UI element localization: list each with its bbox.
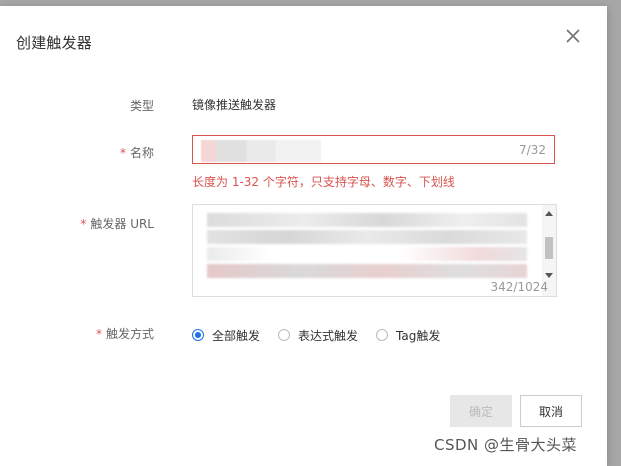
scroll-up-arrow-icon[interactable] xyxy=(545,211,553,216)
radio-label: 全部触发 xyxy=(212,328,261,343)
type-label: 类型 xyxy=(129,99,154,113)
required-mark: * xyxy=(80,217,87,231)
name-input[interactable]: 7/32 xyxy=(192,135,555,164)
scroll-down-arrow-icon[interactable] xyxy=(545,273,553,278)
redacted-url-line xyxy=(207,247,527,261)
close-icon[interactable] xyxy=(562,25,584,47)
url-char-counter: 342/1024 xyxy=(490,280,549,294)
name-label: * 名称 xyxy=(119,146,154,160)
radio-checked-icon xyxy=(192,329,204,341)
name-error-message: 长度为 1-32 个字符，只支持字母、数字、下划线 xyxy=(192,175,455,189)
redacted-url-line xyxy=(207,213,527,227)
type-value: 镜像推送触发器 xyxy=(192,98,277,112)
create-trigger-dialog: 创建触发器 类型 镜像推送触发器 * 名称 7/32 长度为 1-32 个字符，只… xyxy=(0,6,607,466)
url-label: * 触发器 URL xyxy=(80,217,154,231)
radio-label: Tag触发 xyxy=(396,328,441,343)
radio-all-trigger[interactable]: 全部触发 xyxy=(192,327,260,343)
redacted-url-line xyxy=(207,264,527,278)
url-textarea[interactable]: 342/1024 xyxy=(192,204,557,297)
confirm-button[interactable]: 确定 xyxy=(450,395,512,427)
radio-unchecked-icon xyxy=(278,329,290,341)
watermark: CSDN @生骨大头菜 xyxy=(434,436,578,454)
required-mark: * xyxy=(95,327,102,341)
name-char-counter: 7/32 xyxy=(519,143,546,157)
method-label: * 触发方式 xyxy=(95,327,154,341)
radio-tag-trigger[interactable]: Tag触发 xyxy=(376,327,440,343)
required-mark: * xyxy=(119,146,126,160)
scroll-thumb[interactable] xyxy=(545,237,553,259)
redacted-url-line xyxy=(207,230,527,244)
dialog-title: 创建触发器 xyxy=(16,34,93,52)
radio-expression-trigger[interactable]: 表达式触发 xyxy=(278,327,358,343)
radio-unchecked-icon xyxy=(376,329,388,341)
redacted-name-value xyxy=(201,140,321,162)
cancel-button[interactable]: 取消 xyxy=(520,395,582,427)
radio-label: 表达式触发 xyxy=(298,328,359,343)
